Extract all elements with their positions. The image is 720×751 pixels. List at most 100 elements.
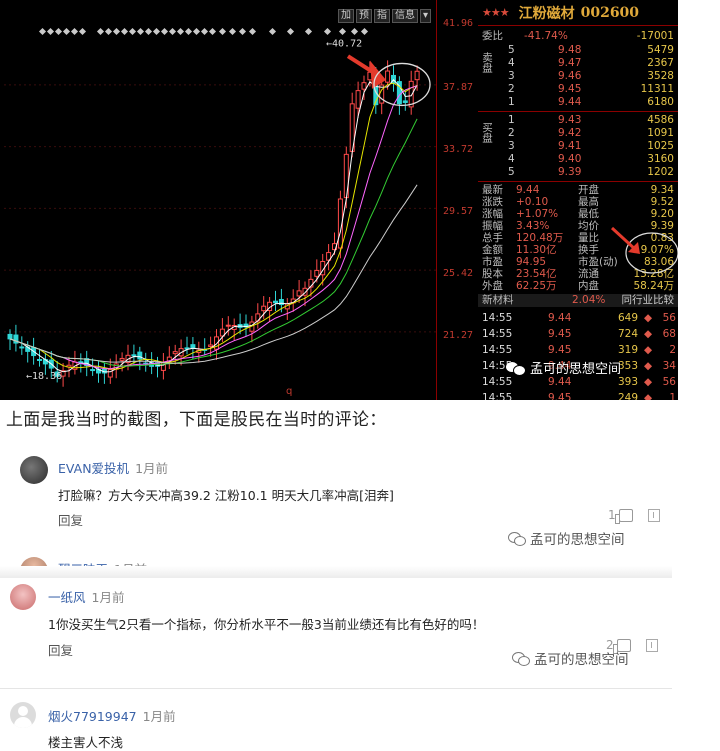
ask-price: 9.47 <box>558 57 582 69</box>
ask-price: 9.48 <box>558 44 582 56</box>
weibi-label: 委比 <box>482 30 503 42</box>
y-tick: 29.57 <box>442 206 474 217</box>
stat-row: 涨幅 +1.07% 最低 9.20 <box>478 208 678 220</box>
moving-average-line <box>9 79 418 373</box>
moving-average-line <box>9 118 418 367</box>
event-marker-icon <box>104 27 113 36</box>
stock-name: 江粉磁材 <box>518 5 575 22</box>
reply-button[interactable]: 回复 <box>48 640 73 659</box>
avatar[interactable] <box>10 584 36 610</box>
stat-row: 涨跌 +0.10 最高 9.52 <box>478 196 678 208</box>
comment-author[interactable]: EVAN爱投机 1月前 <box>58 458 168 477</box>
username[interactable]: 烟火77919947 <box>48 709 137 724</box>
y-tick: 37.87 <box>442 82 474 93</box>
stat-label: 涨跌 <box>482 196 503 208</box>
bid-price: 9.40 <box>558 153 582 165</box>
toolbar-menu-button[interactable]: ▾ <box>420 9 432 23</box>
comment-text: 1你没买生气2只看一个指标，你分析水平不一般3当前业绩还有比有色好的吗！ <box>48 617 485 632</box>
peak-price-label: ←40.72 <box>326 38 362 49</box>
tick-direction-icon: ◆ <box>644 392 653 400</box>
username[interactable]: 一纸风 <box>48 590 86 605</box>
event-marker-icon <box>268 27 277 36</box>
event-marker-icon <box>128 27 137 36</box>
tick-price: 9.44 <box>548 312 572 324</box>
event-marker-icon <box>144 27 153 36</box>
event-marker-icon <box>70 27 79 36</box>
stat-label: 总手 <box>482 232 503 244</box>
industry-pct: 2.04% <box>572 294 606 306</box>
stat-value: 11.30亿 <box>516 244 557 256</box>
bid-row: 5 9.39 1202 <box>478 166 678 178</box>
avatar[interactable] <box>20 456 48 484</box>
event-marker-icon <box>38 27 47 36</box>
weibi-diff: -17001 <box>636 30 674 42</box>
toolbar-info-button[interactable]: 信息 <box>392 9 418 23</box>
report-icon[interactable] <box>647 508 660 522</box>
tick-direction-icon: ◆ <box>644 344 653 356</box>
comment-time: 1月前 <box>135 461 169 476</box>
bid-price: 9.41 <box>558 140 582 152</box>
candle-body <box>273 300 278 304</box>
candle-body <box>7 333 13 340</box>
bid-level: 2 <box>508 127 515 139</box>
comment-author[interactable]: 一纸风 1月前 <box>48 587 124 606</box>
stat-value: 58.24万 <box>633 280 674 292</box>
stat-row: 总手 120.48万 量比 0.83 <box>478 232 678 244</box>
stat-value: 3.43% <box>516 220 550 232</box>
y-tick: 41.96 <box>442 18 474 29</box>
comment-time: 1月前 <box>91 590 125 605</box>
like-button[interactable]: 1 <box>608 508 660 524</box>
report-icon[interactable] <box>645 638 658 652</box>
stat-value: +0.10 <box>516 196 549 208</box>
watermark: 孟可的思想空间 <box>512 648 629 668</box>
event-marker-icon <box>160 27 169 36</box>
avatar[interactable] <box>10 702 36 728</box>
stat-label: 开盘 <box>578 184 599 196</box>
candle-body <box>414 70 420 81</box>
stat-label: 最高 <box>578 196 599 208</box>
event-marker-icon <box>248 27 257 36</box>
tick-direction-icon: ◆ <box>644 376 653 388</box>
toolbar-alert-button[interactable]: 预 <box>356 9 372 23</box>
avatar-head-icon <box>18 706 28 716</box>
bid-volume: 1202 <box>647 166 674 178</box>
comment-time: 1月前 <box>142 709 176 724</box>
watermark-text: 孟可的思想空间 <box>530 532 625 548</box>
candle-body <box>190 344 196 349</box>
comment-item: EVAN爱投机 1月前 打脸嘛？方大今天冲高39.2 江粉10.1 明天大几率冲高… <box>0 448 672 553</box>
username[interactable]: EVAN爱投机 <box>58 461 129 476</box>
event-marker-icon <box>228 27 237 36</box>
bid-volume: 3160 <box>647 153 674 165</box>
separator <box>478 181 678 182</box>
stat-label: 金额 <box>482 244 503 256</box>
stat-row: 振幅 3.43% 均价 9.39 <box>478 220 678 232</box>
quote-panel: ★★★ 江粉磁材 002600 委比 -41.74% -17001 卖盘 5 9.48 54… <box>478 0 678 400</box>
tick-volume: 249 <box>618 392 639 400</box>
tick-count: 56 <box>662 312 676 324</box>
stat-label: 量比 <box>578 232 599 244</box>
toolbar-add-button[interactable]: 加 <box>338 9 354 23</box>
compare-button[interactable]: 同行业比较 <box>622 294 675 306</box>
stat-value: 9.52 <box>650 196 674 208</box>
comment-author[interactable]: 烟火77919947 1月前 <box>48 706 176 725</box>
stat-row: 外盘 62.25万 内盘 58.24万 <box>478 280 678 292</box>
event-marker-icon <box>192 27 201 36</box>
reply-button[interactable]: 回复 <box>58 510 83 529</box>
bid-level: 4 <box>508 153 515 165</box>
stat-label: 最低 <box>578 208 599 220</box>
ask-price: 9.44 <box>558 96 582 108</box>
stat-value: +1.07% <box>516 208 559 220</box>
tick-volume: 724 <box>618 328 639 340</box>
ask-level: 4 <box>508 57 515 69</box>
stat-value: 13.28亿 <box>633 268 674 280</box>
stat-value: 9.44 <box>516 184 540 196</box>
y-tick: 21.27 <box>442 330 474 341</box>
candle-body <box>296 290 302 297</box>
ask-row: 1 9.44 6180 <box>478 96 678 108</box>
price-axis: 41.96 37.87 33.72 29.57 25.42 21.27 <box>436 0 478 400</box>
stat-value: 94.95 <box>516 256 547 268</box>
toolbar-indicator-button[interactable]: 指 <box>374 9 390 23</box>
trade-tick-row: 14:55 9.45 249 ◆ 1 <box>478 390 678 400</box>
ask-volume: 6180 <box>647 96 674 108</box>
comment-text: 楼主害人不浅 <box>48 735 124 750</box>
